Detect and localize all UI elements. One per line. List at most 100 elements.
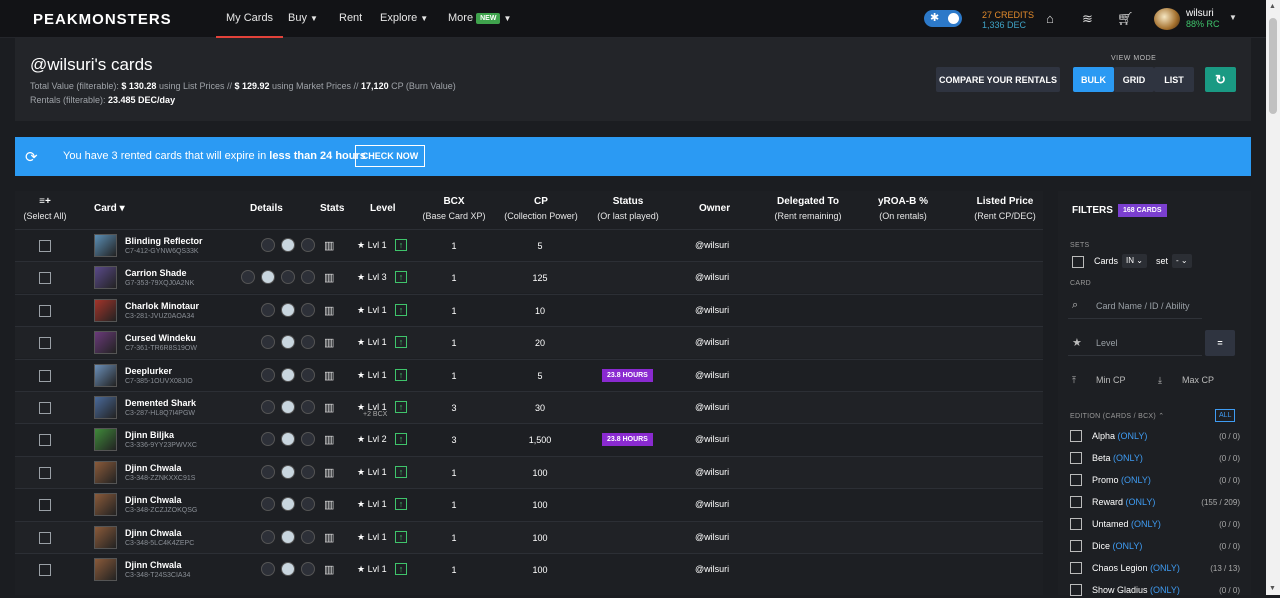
row-checkbox[interactable] — [39, 531, 51, 544]
only-link[interactable]: (ONLY) — [1126, 497, 1156, 507]
edition-filter-item[interactable]: Reward (ONLY) (155 / 209) — [1070, 496, 1240, 510]
only-link[interactable]: (ONLY) — [1131, 519, 1161, 529]
listed-price-header[interactable]: Listed Price (Rent CP/DEC) — [970, 195, 1040, 223]
ability-icon[interactable] — [281, 367, 295, 382]
card-name[interactable]: Carrion Shade — [125, 268, 187, 278]
upgrade-icon[interactable]: ↑ — [395, 465, 407, 478]
inbox-icon[interactable]: ⌂ — [1046, 11, 1054, 26]
credits-display[interactable]: 27 CREDITS 1,336 DEC — [982, 10, 1034, 30]
ability-icon[interactable] — [261, 432, 275, 447]
ability-icon[interactable] — [261, 497, 275, 512]
bcx-header[interactable]: BCX (Base Card XP) — [418, 195, 490, 223]
card-name[interactable]: Charlok Minotaur — [125, 301, 199, 311]
list-view-button[interactable]: LIST — [1154, 67, 1194, 92]
check-now-button[interactable]: CHECK NOW — [355, 145, 425, 167]
nav-buy[interactable]: Buy ▼ — [288, 12, 318, 24]
nav-more[interactable]: More NEW ▼ — [448, 12, 511, 24]
upgrade-icon[interactable]: ↑ — [395, 530, 407, 543]
user-menu[interactable]: wilsuri 88% RC — [1186, 8, 1220, 30]
ability-icon[interactable] — [261, 302, 275, 317]
table-row[interactable]: Demented Shark C3-287-HL8Q7I4PGW ▥ ★ Lvl… — [15, 391, 1043, 423]
edition-filter-item[interactable]: Show Gladius (ONLY) (0 / 0) — [1070, 584, 1240, 598]
card-name[interactable]: Demented Shark — [125, 398, 196, 408]
page-scrollbar[interactable]: ▲ ▼ — [1266, 0, 1280, 595]
edition-filter-item[interactable]: Untamed (ONLY) (0 / 0) — [1070, 518, 1240, 532]
edition-filter-item[interactable]: Promo (ONLY) (0 / 0) — [1070, 474, 1240, 488]
row-checkbox[interactable] — [39, 402, 51, 414]
ability-icon[interactable] — [281, 497, 295, 512]
owner-name[interactable]: @wilsuri — [695, 434, 729, 444]
select-all-editions-button[interactable]: ALL — [1215, 409, 1236, 422]
layers-icon[interactable]: ≋ — [1082, 11, 1093, 27]
table-row[interactable]: Cursed Windeku C7-361-TR6R8S19OW ▥ ★ Lvl… — [15, 326, 1043, 359]
row-checkbox[interactable] — [39, 466, 51, 479]
row-checkbox[interactable] — [39, 304, 51, 317]
ability-icon[interactable] — [281, 400, 295, 414]
ability-icon[interactable] — [281, 238, 295, 252]
owner-name[interactable]: @wilsuri — [695, 240, 729, 250]
owner-name[interactable]: @wilsuri — [695, 467, 729, 477]
owner-name[interactable]: @wilsuri — [695, 305, 729, 315]
table-row[interactable]: Djinn Chwala C3-348-5LC4K4ZEPC ▥ ★ Lvl 1… — [15, 520, 1043, 553]
card-header[interactable]: Card ▾ — [94, 202, 125, 216]
refresh-button[interactable]: ↻ — [1205, 67, 1236, 92]
card-image[interactable] — [94, 525, 117, 549]
theme-toggle[interactable]: ✱ — [924, 10, 962, 27]
stats-icon[interactable]: ▥ — [324, 239, 334, 252]
cp-header[interactable]: CP (Collection Power) — [499, 195, 583, 223]
card-image[interactable] — [94, 558, 117, 581]
edition-checkbox[interactable] — [1070, 562, 1082, 574]
ability-icon[interactable] — [241, 270, 255, 285]
edition-checkbox[interactable] — [1070, 584, 1082, 596]
ability-icon[interactable] — [301, 238, 315, 252]
edition-checkbox[interactable] — [1070, 474, 1082, 486]
owner-name[interactable]: @wilsuri — [695, 370, 729, 380]
table-row[interactable]: Djinn Chwala C3-348-T24S3CIA34 ▥ ★ Lvl 1… — [15, 553, 1043, 585]
avatar[interactable] — [1154, 8, 1180, 30]
chevron-up-icon[interactable]: ⌃ — [1158, 413, 1164, 420]
compare-rentals-button[interactable]: COMPARE YOUR RENTALS — [936, 67, 1060, 92]
yroa-header[interactable]: yROA-B % (On rentals) — [870, 195, 936, 223]
owner-name[interactable]: @wilsuri — [695, 564, 729, 574]
card-image[interactable] — [94, 363, 117, 387]
owner-name[interactable]: @wilsuri — [695, 499, 729, 509]
card-image[interactable] — [94, 428, 117, 452]
chevron-down-icon[interactable]: ▼ — [1229, 13, 1237, 22]
nav-explore[interactable]: Explore ▼ — [380, 12, 428, 24]
owner-name[interactable]: @wilsuri — [695, 402, 729, 412]
card-image[interactable] — [94, 266, 117, 290]
upgrade-icon[interactable]: ↑ — [395, 401, 407, 413]
stats-icon[interactable]: ▥ — [324, 498, 334, 511]
ability-icon[interactable] — [301, 302, 315, 317]
edition-checkbox[interactable] — [1070, 518, 1082, 530]
row-checkbox[interactable] — [39, 240, 51, 252]
upgrade-icon[interactable]: ↑ — [395, 336, 407, 349]
ability-icon[interactable] — [281, 529, 295, 544]
nav-rent[interactable]: Rent — [339, 12, 362, 24]
scroll-thumb[interactable] — [1269, 18, 1277, 114]
row-checkbox[interactable] — [39, 434, 51, 447]
card-name[interactable]: Djinn Chwala — [125, 560, 182, 570]
card-image[interactable] — [94, 234, 117, 257]
ability-icon[interactable] — [261, 562, 275, 576]
set-select[interactable]: - ⌄ — [1172, 254, 1192, 268]
upgrade-icon[interactable]: ↑ — [395, 271, 407, 284]
row-checkbox[interactable] — [39, 369, 51, 382]
edition-filter-item[interactable]: Beta (ONLY) (0 / 0) — [1070, 452, 1240, 466]
stats-icon[interactable]: ▥ — [324, 563, 334, 576]
card-name[interactable]: Cursed Windeku — [125, 333, 196, 343]
row-checkbox[interactable] — [39, 337, 51, 350]
logo[interactable]: PEAKMONSTERS — [33, 11, 172, 28]
level-input[interactable]: ★ Level — [1068, 330, 1202, 356]
upgrade-icon[interactable]: ↑ — [395, 498, 407, 511]
ability-icon[interactable] — [261, 238, 275, 252]
only-link[interactable]: (ONLY) — [1150, 563, 1180, 573]
stats-icon[interactable]: ▥ — [324, 336, 334, 349]
delegated-header[interactable]: Delegated To (Rent remaining) — [767, 195, 849, 223]
ability-icon[interactable] — [301, 335, 315, 350]
ability-icon[interactable] — [281, 562, 295, 576]
grid-view-button[interactable]: GRID — [1114, 67, 1154, 92]
card-image[interactable] — [94, 298, 117, 322]
ability-icon[interactable] — [261, 529, 275, 544]
table-row[interactable]: Blinding Reflector C7-412-GYNW6QS33K ▥ ★… — [15, 229, 1043, 261]
